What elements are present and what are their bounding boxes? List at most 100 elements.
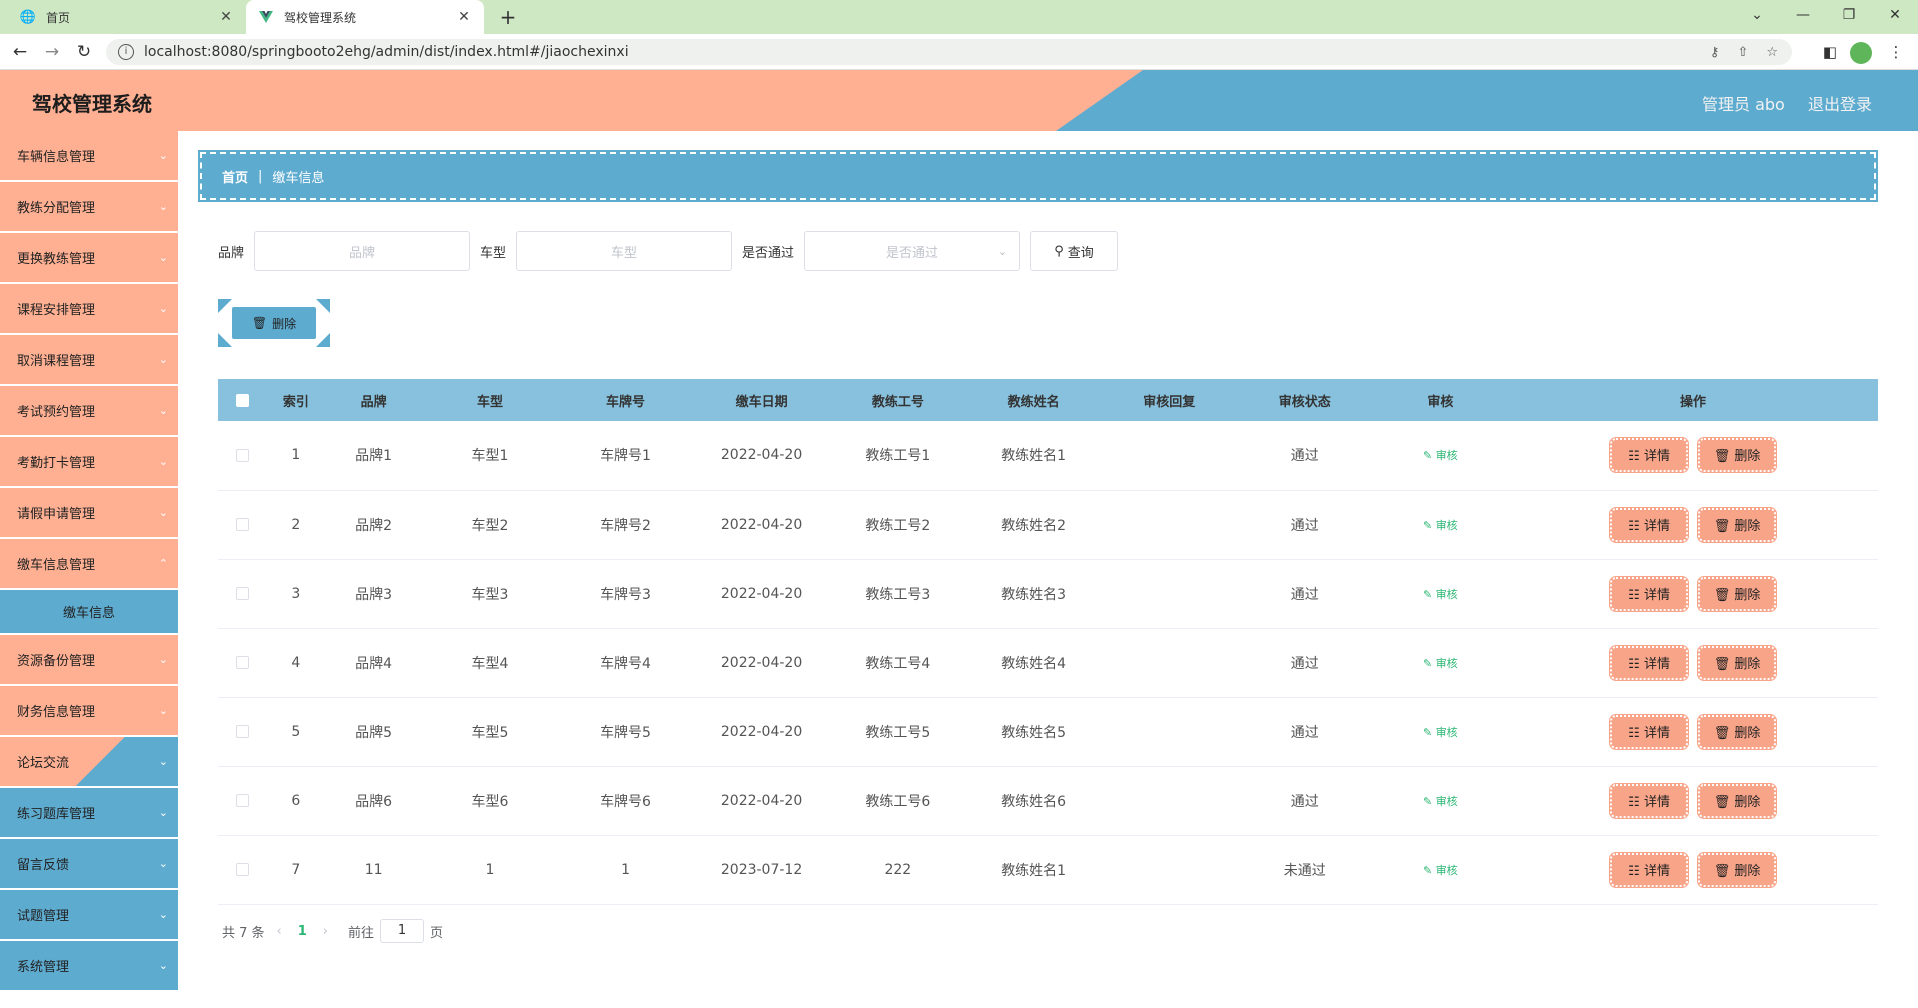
restore-button[interactable]: ❐ xyxy=(1826,0,1872,34)
close-icon[interactable]: ✕ xyxy=(218,9,234,25)
row-select-cell xyxy=(218,490,267,560)
row-checkbox[interactable] xyxy=(235,448,249,462)
sidebar-subitem-active[interactable]: 缴车信息 xyxy=(0,590,178,634)
browser-tab-app[interactable]: 驾校管理系统 ✕ xyxy=(246,0,484,34)
forward-icon[interactable]: → xyxy=(40,41,64,63)
profile-avatar[interactable] xyxy=(1850,42,1872,64)
delete-button[interactable]: 🗑 删除 xyxy=(1697,713,1778,750)
sidebar-item[interactable]: 教练分配管理 ⌄ xyxy=(0,182,178,232)
row-checkbox[interactable] xyxy=(235,587,249,600)
audit-link[interactable]: ✎ 审核 xyxy=(1423,449,1458,462)
sidebar-item[interactable]: 留言反馈 ⌄ xyxy=(0,839,178,889)
row-checkbox[interactable] xyxy=(235,794,249,807)
row-checkbox[interactable] xyxy=(235,518,249,531)
sidebar-item[interactable]: 试题管理 ⌄ xyxy=(0,890,178,940)
pager-current-page[interactable]: 1 xyxy=(298,924,307,939)
query-button[interactable]: ⚲ 查询 xyxy=(1030,231,1119,271)
sidebar-item-label: 试题管理 xyxy=(17,909,70,924)
sidebar-item[interactable]: 财务信息管理 ⌄ xyxy=(0,686,178,736)
sidebar-item[interactable]: 论坛交流 ⌄ xyxy=(0,737,178,787)
sidebar-item[interactable]: 请假申请管理 ⌄ xyxy=(0,488,178,538)
table-row: 7 11 1 1 2023-07-12 222 教练姓名1 未通过 ✎ 审核 ☷ 详情 🗑 删除 xyxy=(218,835,1878,905)
audit-link[interactable]: ✎ 审核 xyxy=(1423,726,1458,739)
sidebar-item[interactable]: 车辆信息管理 ⌄ xyxy=(0,131,178,181)
new-tab-button[interactable]: + xyxy=(496,5,520,29)
sidebar-toggle-icon[interactable]: ◧ xyxy=(1818,41,1842,63)
table-row: 3 品牌3 车型3 车牌号3 2022-04-20 教练工号3 教练姓名3 通过 ✎ 审核 ☷ 详… xyxy=(218,559,1878,629)
trash-icon: 🗑 xyxy=(1713,794,1735,810)
brand-input[interactable]: 品牌 xyxy=(254,231,471,271)
trash-icon: 🗑 xyxy=(251,316,268,330)
actions-cell: ☷ 详情 🗑 删除 xyxy=(1508,766,1878,836)
pass-label: 是否通过 xyxy=(742,245,795,261)
cell-coach-name: 教练姓名4 xyxy=(965,628,1102,698)
pass-select[interactable]: 是否通过 ⌄ xyxy=(804,231,1021,271)
prev-page-icon[interactable]: ‹ xyxy=(277,924,282,939)
sidebar-item[interactable]: 资源备份管理 ⌄ xyxy=(0,635,178,685)
logout-link[interactable]: 退出登录 xyxy=(1808,91,1872,115)
key-icon[interactable]: ⚷ xyxy=(1710,45,1720,60)
app-header: 驾校管理系统 管理员 abo 退出登录 xyxy=(0,70,1918,131)
delete-button[interactable]: 🗑 删除 xyxy=(1697,644,1778,681)
back-icon[interactable]: ← xyxy=(8,41,32,63)
delete-label: 删除 xyxy=(1734,656,1761,672)
sidebar-item[interactable]: 更换教练管理 ⌄ xyxy=(0,233,178,283)
detail-button[interactable]: ☷ 详情 xyxy=(1609,506,1690,543)
detail-button[interactable]: ☷ 详情 xyxy=(1609,782,1690,819)
delete-button[interactable]: 🗑 删除 xyxy=(1697,506,1778,543)
row-checkbox[interactable] xyxy=(235,863,249,876)
audit-link[interactable]: ✎ 审核 xyxy=(1423,519,1458,532)
reload-icon[interactable]: ↻ xyxy=(72,41,96,63)
tab-list-chevron-icon[interactable]: ⌄ xyxy=(1734,0,1780,34)
detail-button[interactable]: ☷ 详情 xyxy=(1609,713,1690,750)
audit-link[interactable]: ✎ 审核 xyxy=(1423,864,1458,877)
row-checkbox[interactable] xyxy=(235,656,249,669)
tab-title: 首页 xyxy=(46,10,71,25)
audit-link[interactable]: ✎ 审核 xyxy=(1423,588,1458,601)
more-menu-icon[interactable]: ⋮ xyxy=(1884,41,1908,63)
model-input[interactable]: 车型 xyxy=(516,231,733,271)
next-page-icon[interactable]: › xyxy=(323,924,328,939)
minimize-button[interactable]: — xyxy=(1780,0,1826,34)
delete-button[interactable]: 🗑 删除 xyxy=(1697,782,1778,819)
breadcrumb-home[interactable]: 首页 xyxy=(222,167,248,186)
detail-button[interactable]: ☷ 详情 xyxy=(1609,851,1690,888)
close-window-button[interactable]: ✕ xyxy=(1872,0,1918,34)
audit-link[interactable]: ✎ 审核 xyxy=(1423,657,1458,670)
close-icon[interactable]: ✕ xyxy=(456,9,472,25)
delete-button[interactable]: 🗑 删除 xyxy=(1697,575,1778,612)
sidebar-item[interactable]: 缴车信息管理 ⌃ xyxy=(0,539,178,589)
sidebar-item[interactable]: 系统管理 ⌄ xyxy=(0,941,178,991)
audit-label: 审核 xyxy=(1435,518,1458,532)
pager-page-label: 页 xyxy=(430,925,444,941)
url-field[interactable]: i localhost:8080/springbooto2ehg/admin/d… xyxy=(106,39,1792,65)
detail-button[interactable]: ☷ 详情 xyxy=(1609,437,1690,474)
chevron-down-icon: ⌄ xyxy=(158,302,168,315)
cell-idx: 4 xyxy=(266,628,326,698)
sidebar-item[interactable]: 练习题库管理 ⌄ xyxy=(0,788,178,838)
document-icon: ☷ xyxy=(1628,587,1644,603)
delete-button[interactable]: 🗑 删除 xyxy=(1697,851,1778,888)
row-checkbox[interactable] xyxy=(235,725,249,738)
sidebar-item[interactable]: 考试预约管理 ⌄ xyxy=(0,386,178,436)
pager-goto-label: 前往 xyxy=(348,925,375,941)
sidebar-item-label: 考勤打卡管理 xyxy=(17,456,96,471)
browser-tab-home[interactable]: 🌐 首页 ✕ xyxy=(8,0,246,34)
cell-idx: 2 xyxy=(266,490,326,560)
audit-link[interactable]: ✎ 审核 xyxy=(1423,795,1458,808)
sidebar-item[interactable]: 考勤打卡管理 ⌄ xyxy=(0,437,178,487)
detail-button[interactable]: ☷ 详情 xyxy=(1609,575,1690,612)
chevron-down-icon: ⌄ xyxy=(158,704,168,717)
sidebar-item[interactable]: 课程安排管理 ⌄ xyxy=(0,284,178,334)
batch-delete-button[interactable]: 🗑 删除 xyxy=(232,307,316,339)
sidebar-item[interactable]: 取消课程管理 ⌄ xyxy=(0,335,178,385)
info-icon[interactable]: i xyxy=(118,44,134,60)
delete-button[interactable]: 🗑 删除 xyxy=(1697,437,1778,474)
select-all-checkbox[interactable] xyxy=(235,393,249,407)
star-icon[interactable]: ☆ xyxy=(1766,45,1778,60)
detail-label: 详情 xyxy=(1643,794,1670,810)
pager-goto-input[interactable]: 1 xyxy=(380,919,425,943)
share-icon[interactable]: ⇧ xyxy=(1737,45,1748,60)
detail-button[interactable]: ☷ 详情 xyxy=(1609,644,1690,681)
cell-model: 车型3 xyxy=(422,559,558,629)
